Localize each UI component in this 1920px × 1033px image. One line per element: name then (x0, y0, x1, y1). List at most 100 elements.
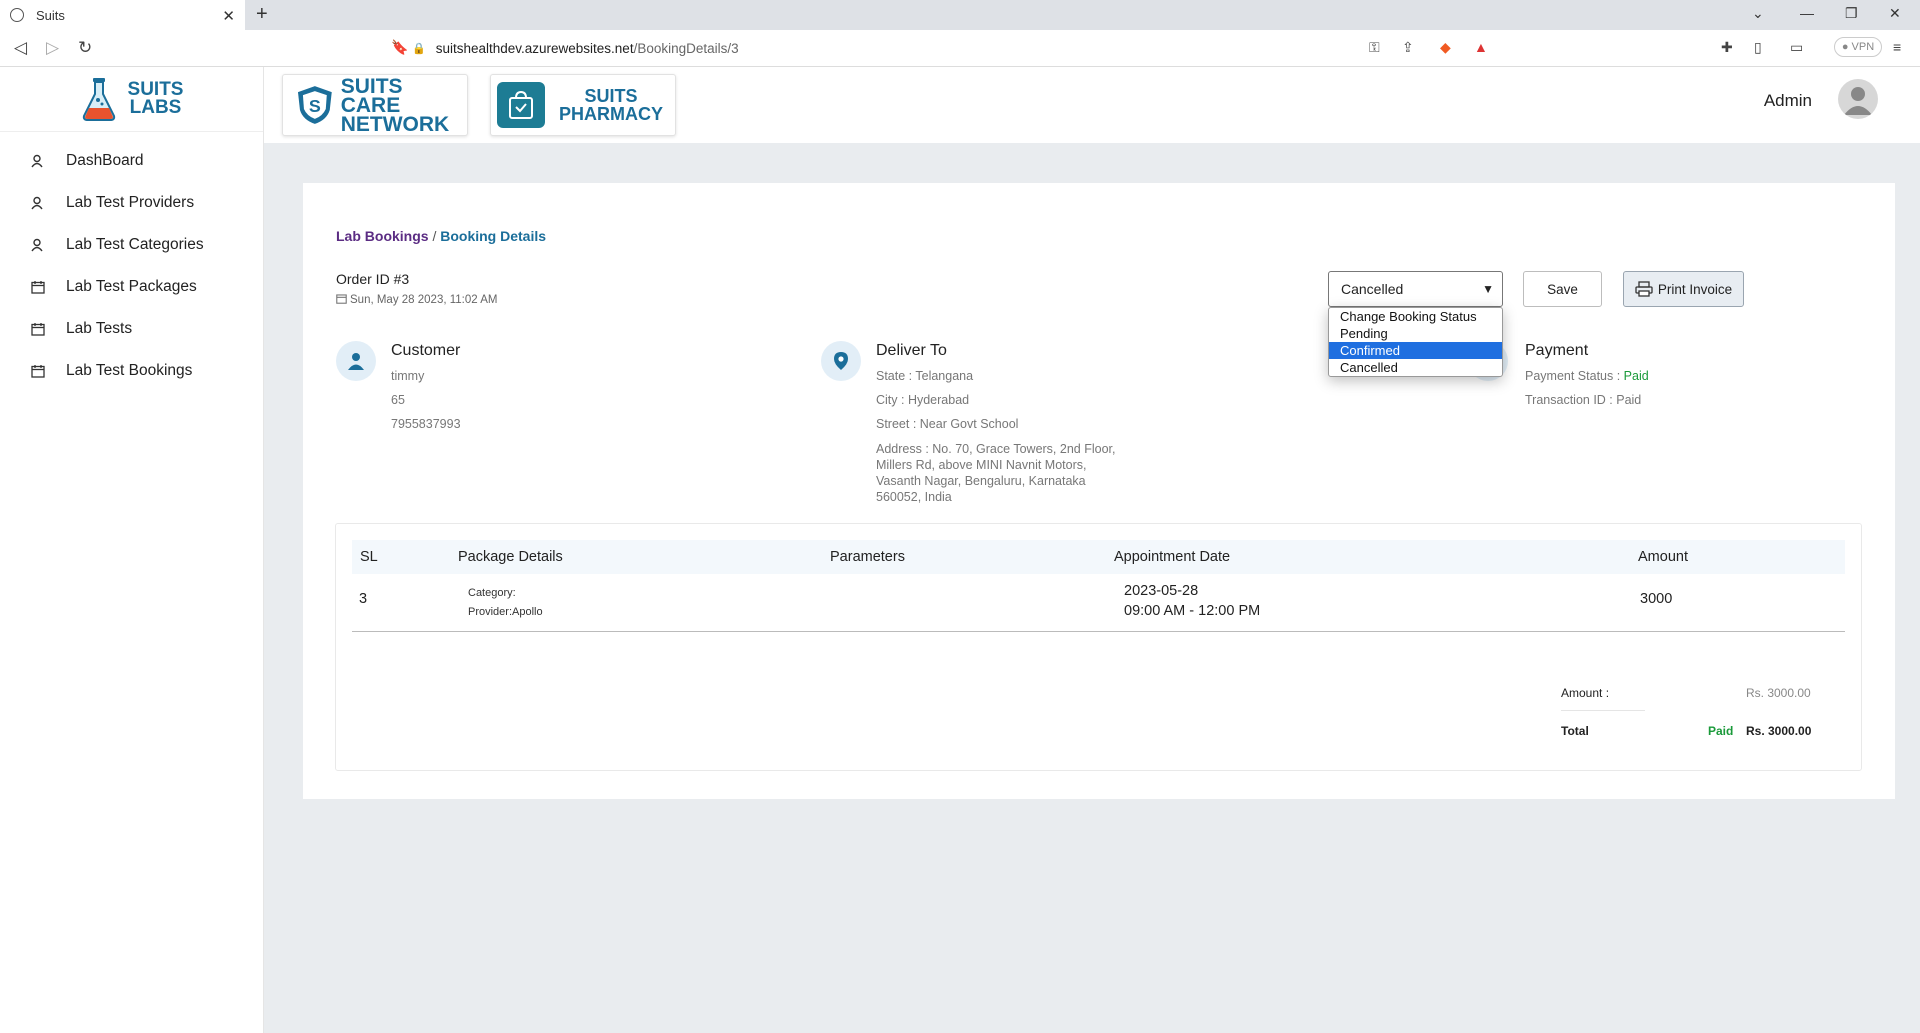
payment-transaction: Transaction ID : Paid (1525, 393, 1642, 407)
payment-status-label: Payment Status : (1525, 369, 1624, 383)
logo2-line1: SUITS (584, 86, 638, 106)
user-avatar-icon (1844, 87, 1872, 115)
amount-label: Amount : (1561, 686, 1610, 700)
extensions-icon[interactable]: ✚ (1721, 39, 1733, 56)
restore-icon[interactable]: ❐ (1845, 5, 1858, 22)
browser-tab[interactable]: Suits ✕ (0, 0, 245, 30)
customer-icon (336, 341, 376, 381)
deliver-city: City : Hyderabad (876, 393, 970, 407)
total-status: Paid (1708, 724, 1734, 738)
customer-line2: 65 (391, 393, 405, 407)
brand-logo[interactable]: SUITS LABS (0, 67, 263, 132)
sidebar-nav: DashBoard Lab Test Providers Lab Test Ca… (0, 132, 263, 392)
booking-details-card: Lab Bookings / Booking Details Order ID … (303, 183, 1895, 799)
save-button[interactable]: Save (1523, 271, 1602, 307)
sidebar-item-label: Lab Test Categories (66, 236, 204, 253)
suits-pharmacy-logo[interactable]: SUITS PHARMACY (490, 74, 676, 136)
sidebar-item-dashboard[interactable]: DashBoard (0, 140, 263, 182)
share-icon[interactable]: ⇪ (1402, 39, 1414, 56)
th-parameters: Parameters (830, 549, 905, 565)
reload-icon[interactable]: ↻ (78, 38, 92, 58)
address-bar[interactable]: 🔒 suitshealthdev.azurewebsites.net/Booki… (412, 34, 1498, 62)
bookmark-icon[interactable]: 🔖 (391, 39, 408, 56)
payment-status: Payment Status : Paid (1525, 369, 1649, 383)
cell-provider: Provider:Apollo (468, 606, 543, 618)
totals-divider (1561, 710, 1645, 711)
wallet-icon[interactable]: ▭ (1790, 39, 1803, 56)
browser-tabbar: Suits ✕ + ⌄ — ❐ ✕ (0, 0, 1920, 30)
vpn-button[interactable]: ● VPN (1834, 37, 1882, 57)
user-icon (30, 153, 46, 169)
user-name[interactable]: Admin (1764, 91, 1812, 111)
logo2-line2: PHARMACY (559, 104, 664, 124)
table-row: 3 Category: Provider:Apollo 2023-05-28 0… (352, 574, 1845, 632)
status-option-confirmed[interactable]: Confirmed (1329, 342, 1502, 359)
globe-icon (10, 8, 24, 22)
logo1-line2: NETWORK (340, 112, 450, 136)
svg-text:S: S (309, 96, 321, 116)
calendar-icon (30, 279, 46, 295)
sidebar-item-lab-test-bookings[interactable]: Lab Test Bookings (0, 350, 263, 392)
tab-search-icon[interactable]: ⌄ (1752, 5, 1764, 22)
key-icon[interactable]: ⚿ (1369, 39, 1380, 56)
breadcrumb-lab-bookings[interactable]: Lab Bookings (336, 228, 429, 244)
browser-toolbar: ◁ ▷ ↻ 🔖 🔒 suitshealthdev.azurewebsites.n… (0, 30, 1920, 67)
breadcrumb: Lab Bookings / Booking Details (336, 228, 546, 244)
cell-date: 2023-05-28 (1124, 583, 1199, 599)
suits-care-network-logo[interactable]: S SUITS CARE NETWORK (282, 74, 468, 136)
url-path: /BookingDetails/3 (633, 40, 739, 56)
shield-icon: S (297, 86, 332, 124)
sidebar-toggle-icon[interactable]: ▯ (1754, 39, 1762, 56)
back-icon[interactable]: ◁ (14, 38, 27, 58)
menu-icon[interactable]: ≡ (1893, 39, 1901, 55)
brand-line2: LABS (129, 97, 182, 118)
tab-title: Suits (36, 7, 65, 23)
close-window-icon[interactable]: ✕ (1889, 5, 1901, 22)
customer-name: timmy (391, 369, 425, 383)
customer-phone: 7955837993 (391, 417, 461, 431)
flask-icon (82, 78, 115, 121)
brave-rewards-icon[interactable]: ▲ (1474, 39, 1488, 55)
sidebar-item-label: Lab Test Packages (66, 278, 197, 295)
printer-icon (1635, 281, 1653, 297)
booking-status-value: Cancelled (1341, 281, 1404, 297)
booking-status-dropdown: Change Booking Status Pending Confirmed … (1328, 307, 1503, 377)
print-invoice-button[interactable]: Print Invoice (1623, 271, 1744, 307)
calendar-icon (30, 321, 46, 337)
cell-time: 09:00 AM - 12:00 PM (1124, 603, 1261, 619)
new-tab-icon[interactable]: + (256, 3, 268, 26)
calendar-icon (30, 363, 46, 379)
table-header: SL Package Details Parameters Appointmen… (352, 540, 1845, 574)
deliver-address: Address : No. 70, Grace Towers, 2nd Floo… (876, 441, 1126, 505)
order-date: Sun, May 28 2023, 11:02 AM (336, 293, 497, 307)
close-tab-icon[interactable]: ✕ (222, 7, 235, 25)
sidebar-item-lab-test-providers[interactable]: Lab Test Providers (0, 182, 263, 224)
sidebar-item-lab-test-packages[interactable]: Lab Test Packages (0, 266, 263, 308)
sidebar-item-label: DashBoard (66, 152, 144, 169)
booking-table: SL Package Details Parameters Appointmen… (335, 523, 1862, 771)
sidebar-item-label: Lab Tests (66, 320, 133, 337)
lock-icon: 🔒 (412, 42, 426, 55)
brave-shield-icon[interactable]: ◆ (1440, 39, 1451, 56)
avatar[interactable] (1838, 79, 1878, 119)
sidebar-item-label: Lab Test Bookings (66, 362, 193, 379)
address-line: Address : No. 70, Grace Towers, 2nd Floo… (876, 442, 1116, 456)
forward-icon[interactable]: ▷ (46, 38, 59, 58)
th-package-details: Package Details (458, 549, 563, 565)
sidebar-item-lab-test-categories[interactable]: Lab Test Categories (0, 224, 263, 266)
status-option-pending[interactable]: Pending (1329, 325, 1502, 342)
order-id: Order ID #3 (336, 271, 410, 287)
top-header: S SUITS CARE NETWORK SUITS PHARMACY Admi… (264, 67, 1920, 143)
booking-status-select[interactable]: Cancelled ▼ (1328, 271, 1503, 307)
status-option-cancelled[interactable]: Cancelled (1329, 359, 1502, 376)
minimize-icon[interactable]: — (1800, 5, 1814, 21)
customer-title: Customer (391, 342, 461, 359)
cell-category: Category: (468, 587, 516, 599)
calendar-icon (336, 293, 347, 307)
sidebar-item-lab-tests[interactable]: Lab Tests (0, 308, 263, 350)
vpn-label: VPN (1851, 41, 1875, 53)
deliver-street: Street : Near Govt School (876, 417, 1019, 431)
status-option-placeholder[interactable]: Change Booking Status (1329, 308, 1502, 325)
total-label: Total (1561, 724, 1589, 738)
url-host: suitshealthdev.azurewebsites.net (435, 40, 634, 56)
